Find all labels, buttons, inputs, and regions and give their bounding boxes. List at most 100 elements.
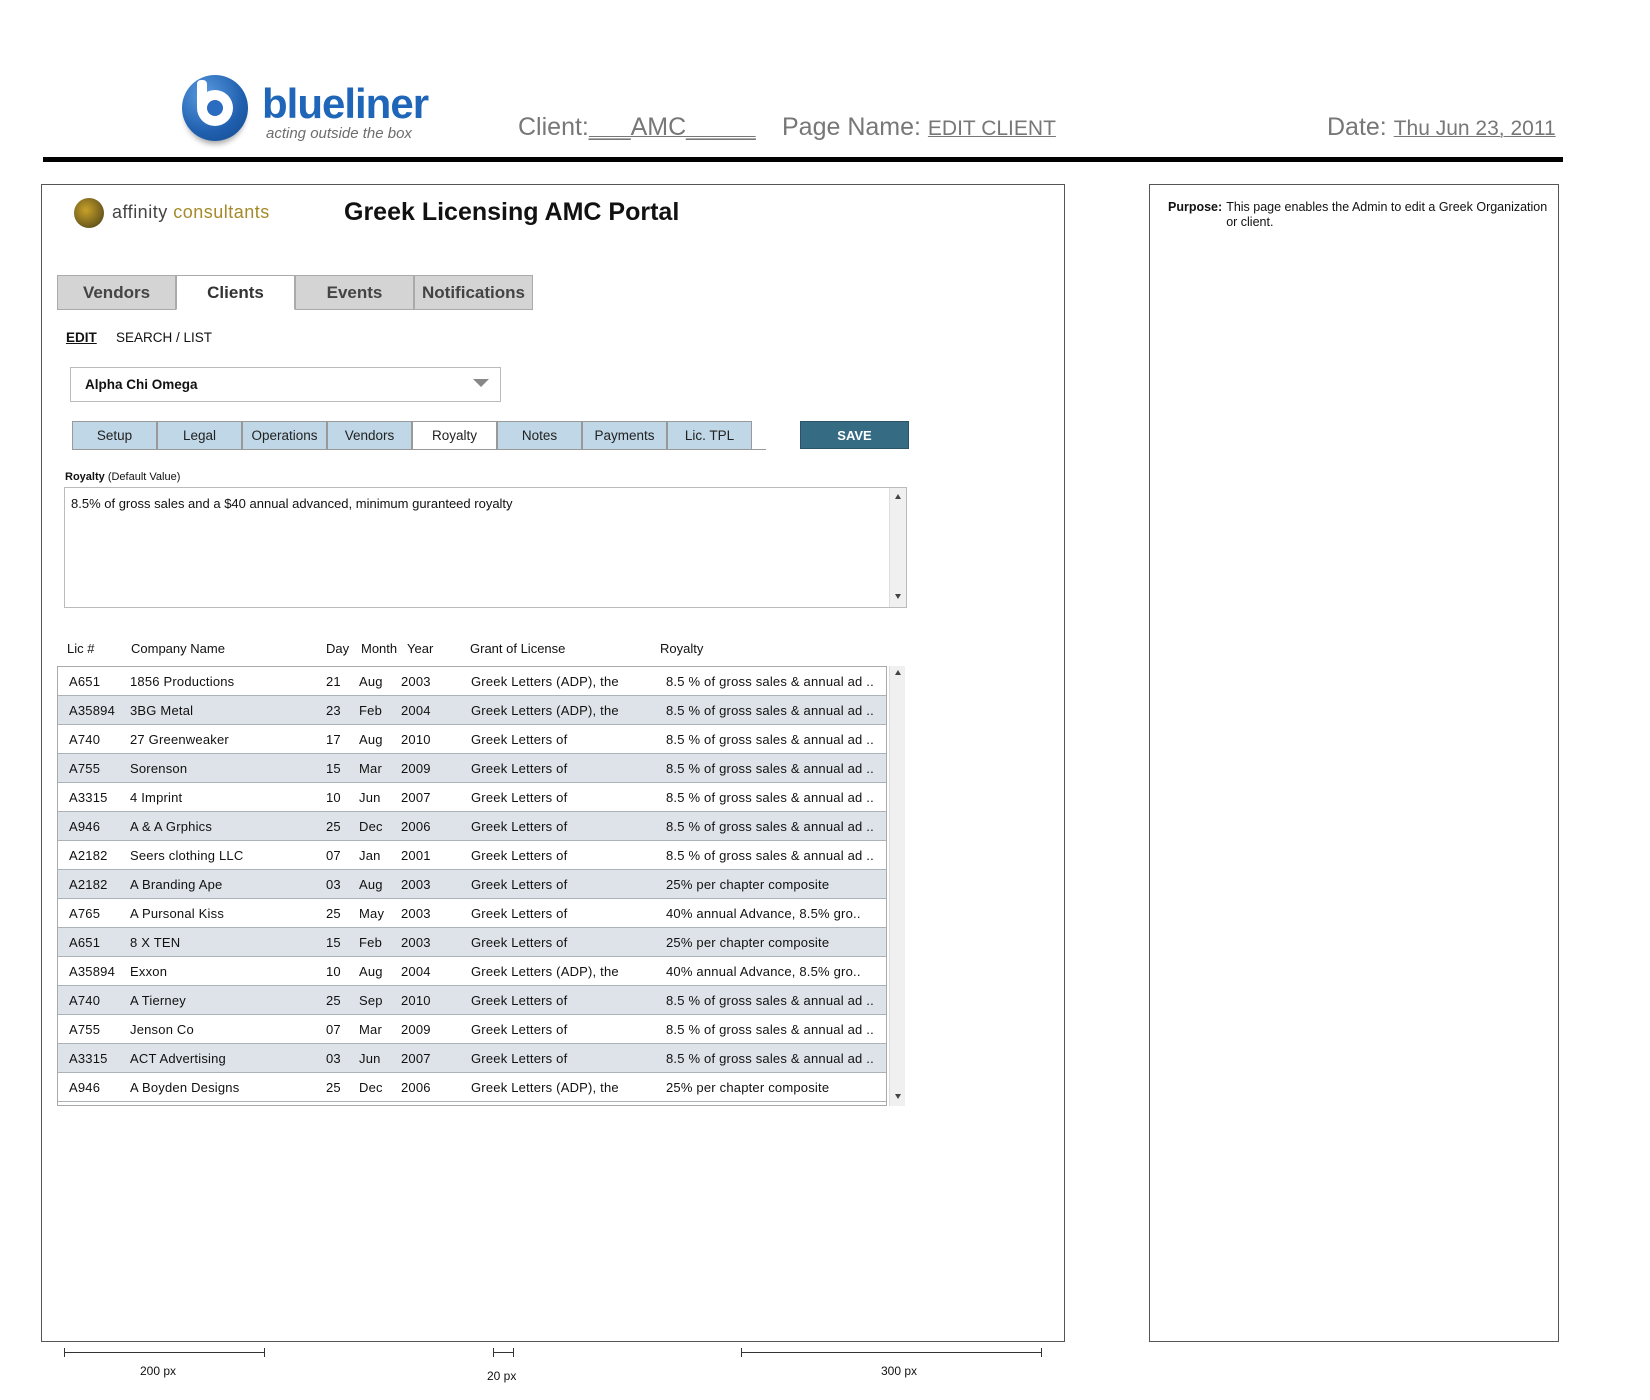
scroll-down-icon[interactable]: [895, 594, 901, 599]
table-row[interactable]: A755 Sorenson 15 Mar 2009 Greek Letters of 8.5…: [58, 754, 886, 783]
table-row[interactable]: A3315 ACT Advertising 03 Jun 2007 Greek Lette…: [58, 1044, 886, 1073]
page-name-label: Page Name:: [782, 113, 921, 141]
save-button[interactable]: SAVE: [800, 421, 909, 449]
search-list-link[interactable]: SEARCH / LIST: [116, 330, 212, 345]
table-row[interactable]: A740 27 Greenweaker 17 Aug 2010 Greek Letters…: [58, 725, 886, 754]
measure-line-20: [493, 1352, 513, 1353]
subtab-label: Payments: [594, 428, 655, 443]
cell-grant: Greek Letters (ADP), the: [471, 964, 619, 979]
affinity-word: affinity: [112, 202, 168, 222]
subtab-legal[interactable]: Legal: [157, 421, 242, 450]
subtab-operations[interactable]: Operations: [242, 421, 327, 450]
tab-label: Notifications: [422, 282, 525, 302]
cell-lic: A651: [69, 935, 101, 950]
table-row[interactable]: A946 A Boyden Designs 25 Dec 2006 Greek Lette…: [58, 1073, 886, 1102]
table-scrollbar[interactable]: [889, 666, 905, 1106]
subtab-lic-tpl[interactable]: Lic. TPL: [667, 421, 752, 450]
table-row[interactable]: A651 1856 Productions 21 Aug 2003 Greek Lette…: [58, 667, 886, 696]
subtab-label: Vendors: [344, 428, 395, 443]
measure-label-200: 200 px: [140, 1364, 177, 1378]
col-header-day[interactable]: Day: [326, 641, 349, 656]
tab-vendors[interactable]: Vendors: [57, 275, 176, 310]
measure-label-20: 20 px: [487, 1369, 517, 1383]
cell-lic: A740: [69, 993, 101, 1008]
scroll-up-icon[interactable]: [895, 670, 901, 675]
cell-lic: A946: [69, 819, 101, 834]
royalty-label-bold: Royalty: [65, 471, 105, 483]
cell-company: Jenson Co: [130, 1022, 194, 1037]
col-header-year[interactable]: Year: [407, 641, 433, 656]
table-row[interactable]: A35894 3BG Metal 23 Feb 2004 Greek Letters (A…: [58, 696, 886, 725]
cell-year: 2004: [401, 964, 431, 979]
table-row[interactable]: A35894 Exxon 10 Aug 2004 Greek Letters (ADP),…: [58, 957, 886, 986]
subtab-vendors[interactable]: Vendors: [327, 421, 412, 450]
cell-month: Aug: [359, 877, 383, 892]
subtab-setup[interactable]: Setup: [72, 421, 157, 450]
organization-select-value: Alpha Chi Omega: [85, 377, 198, 392]
cell-year: 2004: [401, 703, 431, 718]
cell-year: 2003: [401, 906, 431, 921]
cell-day: 03: [326, 1051, 341, 1066]
cell-month: May: [359, 906, 385, 921]
table-row[interactable]: A2182 A Branding Ape 03 Aug 2003 Greek Letter…: [58, 870, 886, 899]
royalty-textarea-value: 8.5% of gross sales and a $40 annual adv…: [71, 496, 513, 511]
tab-label: Vendors: [82, 282, 151, 302]
royalty-label-note: (Default Value): [107, 471, 181, 483]
subtab-royalty[interactable]: Royalty: [412, 421, 497, 450]
col-header-month[interactable]: Month: [361, 641, 397, 656]
royalty-scrollbar[interactable]: [889, 488, 906, 607]
subtab-notes[interactable]: Notes: [497, 421, 582, 450]
chevron-down-icon[interactable]: [473, 379, 489, 387]
col-header-lic[interactable]: Lic #: [67, 641, 94, 656]
table-row[interactable]: A2182 Seers clothing LLC 07 Jan 2001 Greek Le…: [58, 841, 886, 870]
page-name-value: EDIT CLIENT: [927, 117, 1056, 140]
scroll-up-icon[interactable]: [895, 494, 901, 499]
cell-royalty: 8.5 % of gross sales & annual ad ..: [666, 993, 874, 1008]
cell-lic: A755: [69, 761, 101, 776]
cell-year: 2003: [401, 674, 431, 689]
cell-lic: A755: [69, 1022, 101, 1037]
cell-year: 2003: [401, 877, 431, 892]
table-row[interactable]: A740 A Tierney 25 Sep 2010 Greek Letters of 8.…: [58, 986, 886, 1015]
cell-royalty: 8.5 % of gross sales & annual ad ..: [666, 761, 874, 776]
col-header-company[interactable]: Company Name: [131, 641, 225, 656]
col-header-grant[interactable]: Grant of License: [470, 641, 565, 656]
cell-royalty: 25% per chapter composite: [666, 1080, 830, 1095]
cell-month: Jun: [359, 790, 381, 805]
cell-grant: Greek Letters (ADP), the: [471, 674, 619, 689]
cell-month: Jan: [359, 848, 381, 863]
cell-day: 25: [326, 1080, 341, 1095]
cell-grant: Greek Letters (ADP), the: [471, 1080, 619, 1095]
table-row[interactable]: A651 8 X TEN 15 Feb 2003 Greek Letters of 25% …: [58, 928, 886, 957]
cell-royalty: 8.5 % of gross sales & annual ad ..: [666, 848, 874, 863]
cell-day: 03: [326, 877, 341, 892]
cell-company: ACT Advertising: [130, 1051, 226, 1066]
edit-link[interactable]: EDIT: [66, 330, 97, 345]
table-row[interactable]: A765 A Pursonal Kiss 25 May 2003 Greek Letter…: [58, 899, 886, 928]
subtab-payments[interactable]: Payments: [582, 421, 667, 450]
cell-company: 4 Imprint: [130, 790, 183, 805]
table-row[interactable]: A755 Jenson Co 07 Mar 2009 Greek Letters of 8.…: [58, 1015, 886, 1044]
cell-company: Sorenson: [130, 761, 188, 776]
client-field: Client:___AMC_____: [518, 113, 756, 142]
purpose-text: This page enables the Admin to edit a Gr…: [1226, 200, 1548, 229]
measure-tick: [1041, 1348, 1042, 1357]
cell-year: 2010: [401, 732, 431, 747]
cell-grant: Greek Letters of: [471, 1051, 568, 1066]
royalty-label: Royalty (Default Value): [65, 471, 180, 483]
table-row[interactable]: A3315 4 Imprint 10 Jun 2007 Greek Letters of 8…: [58, 783, 886, 812]
cell-company: A Tierney: [130, 993, 186, 1008]
scroll-down-icon[interactable]: [895, 1094, 901, 1099]
cell-company: A Branding Ape: [130, 877, 223, 892]
table-row[interactable]: A946 A & A Grphics 25 Dec 2006 Greek Letters …: [58, 812, 886, 841]
cell-grant: Greek Letters of: [471, 790, 568, 805]
cell-month: Feb: [359, 935, 383, 950]
tab-events[interactable]: Events: [295, 275, 414, 310]
col-header-royalty[interactable]: Royalty: [660, 641, 703, 656]
cell-month: Aug: [359, 964, 383, 979]
subtab-baseline: [72, 449, 766, 450]
cell-day: 21: [326, 674, 341, 689]
tab-clients[interactable]: Clients: [176, 275, 295, 310]
cell-company: A & A Grphics: [130, 819, 213, 834]
tab-notifications[interactable]: Notifications: [414, 275, 533, 310]
